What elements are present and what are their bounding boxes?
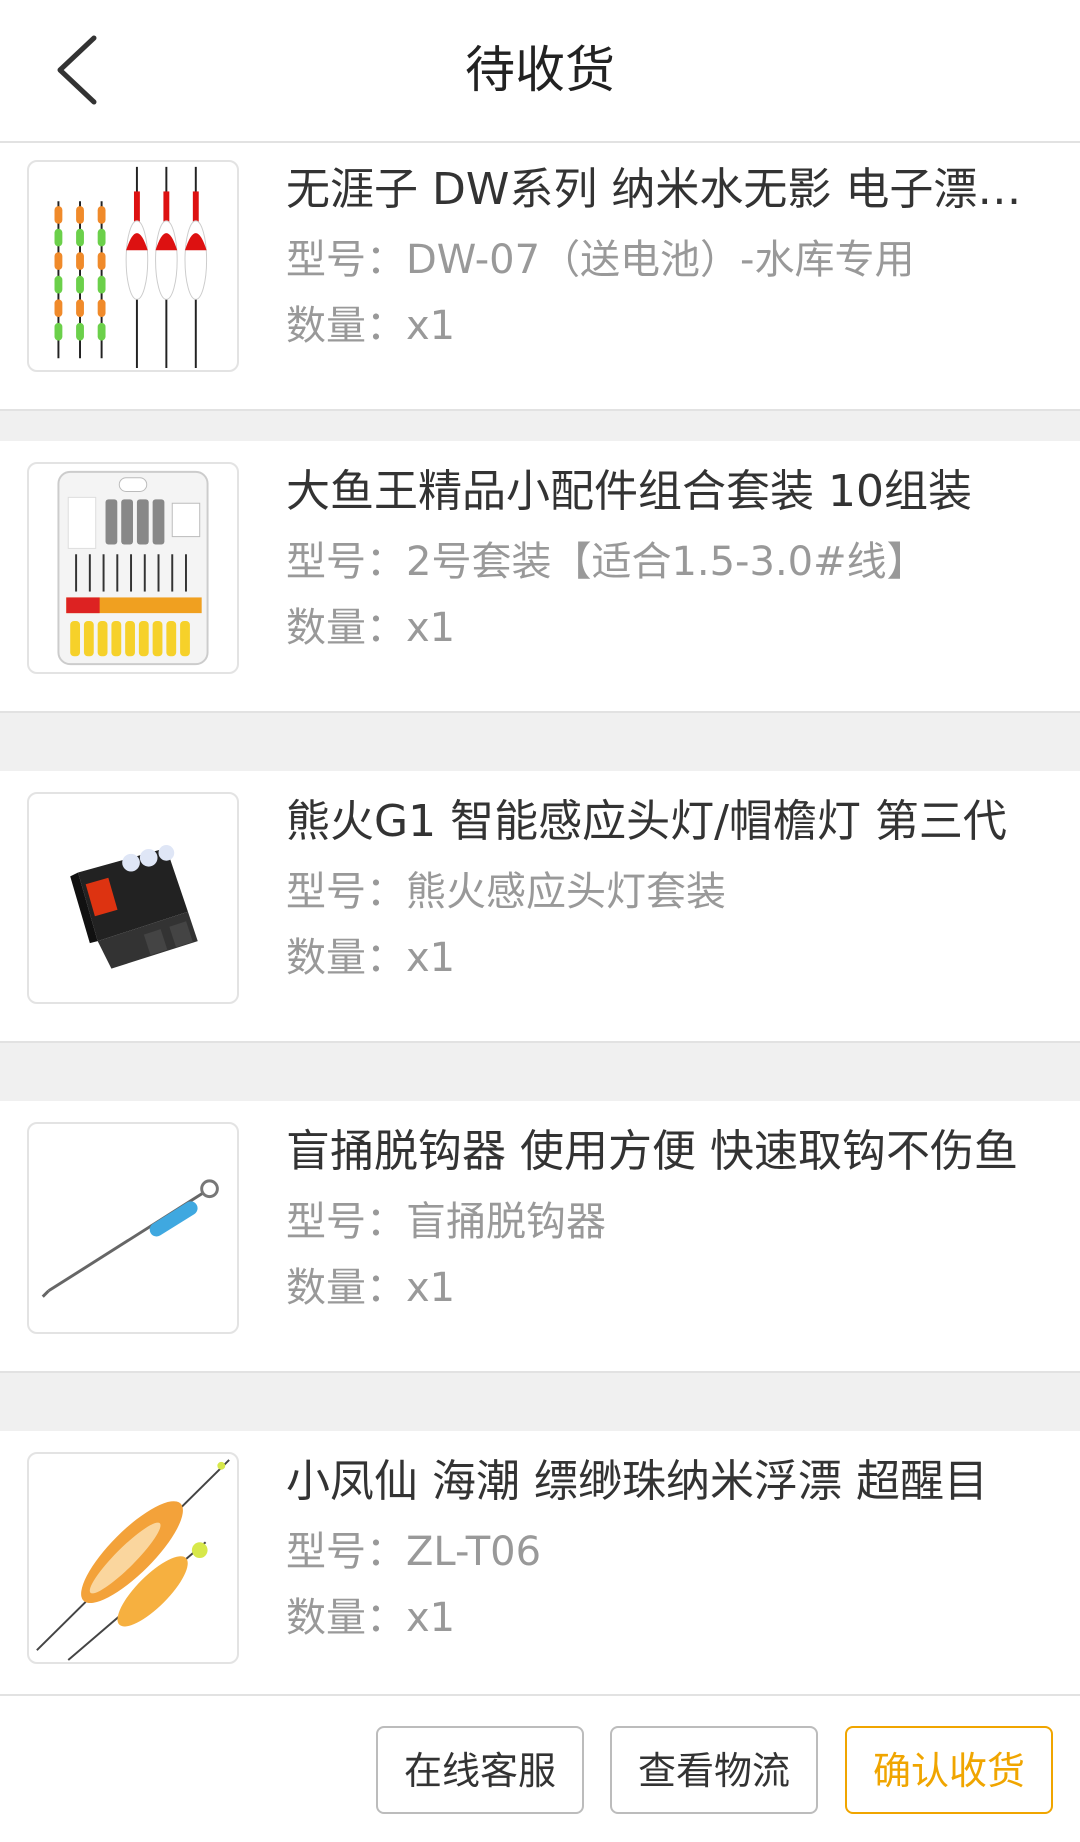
headlamp-icon: [70, 845, 198, 969]
order-item-list[interactable]: 无涯子 DW系列 纳米水无影 电子漂夜光漂 型号：DW-07（送电池）-水库专用…: [0, 143, 1080, 1694]
product-title[interactable]: 熊火G1 智能感应头灯/帽檐灯 第三代: [286, 793, 1056, 851]
product-spec: 型号：熊火感应头灯套装: [286, 865, 726, 919]
spec-label: 型号：: [286, 869, 406, 915]
quantity-value: x1: [406, 935, 456, 981]
spec-value: 盲捅脱钩器: [406, 1199, 606, 1245]
product-title[interactable]: 小凤仙 海潮 缥缈珠纳米浮漂 超醒目: [286, 1453, 1056, 1511]
quantity-value: x1: [406, 303, 456, 349]
nano-float-icon: [36, 1459, 230, 1661]
product-quantity: 数量：x1: [286, 299, 455, 353]
quantity-value: x1: [406, 605, 456, 651]
spec-value: DW-07（送电池）-水库专用: [406, 237, 915, 283]
quantity-value: x1: [406, 1595, 456, 1641]
view-logistics-button[interactable]: 查看物流: [610, 1726, 818, 1814]
product-spec: 型号：2号套装【适合1.5-3.0#线】: [286, 535, 927, 589]
action-bar: 在线客服 查看物流 确认收货: [0, 1694, 1080, 1842]
quantity-label: 数量：: [286, 935, 406, 981]
order-item[interactable]: 小凤仙 海潮 缥缈珠纳米浮漂 超醒目 型号：ZL-T06 数量：x1: [0, 1431, 1080, 1694]
spec-value: 2号套装【适合1.5-3.0#线】: [406, 539, 927, 585]
quantity-label: 数量：: [286, 1265, 406, 1311]
quantity-label: 数量：: [286, 1595, 406, 1641]
product-spec: 型号：盲捅脱钩器: [286, 1195, 606, 1249]
quantity-value: x1: [406, 1265, 456, 1311]
order-item[interactable]: 大鱼王精品小配件组合套装 10组装 型号：2号套装【适合1.5-3.0#线】 数…: [0, 441, 1080, 713]
page-title: 待收货: [465, 41, 615, 99]
accessory-kit-icon: [57, 470, 209, 666]
customer-service-button[interactable]: 在线客服: [376, 1726, 584, 1814]
product-image: [27, 1122, 239, 1334]
spec-value: 熊火感应头灯套装: [406, 869, 726, 915]
order-item[interactable]: 盲捅脱钩器 使用方便 快速取钩不伤鱼 型号：盲捅脱钩器 数量：x1: [0, 1101, 1080, 1373]
order-item[interactable]: 无涯子 DW系列 纳米水无影 电子漂夜光漂 型号：DW-07（送电池）-水库专用…: [0, 143, 1080, 411]
confirm-receipt-button[interactable]: 确认收货: [845, 1726, 1053, 1814]
product-image: [27, 462, 239, 674]
product-title[interactable]: 盲捅脱钩器 使用方便 快速取钩不伤鱼: [286, 1123, 1056, 1181]
product-image: [27, 1452, 239, 1664]
order-item[interactable]: 熊火G1 智能感应头灯/帽檐灯 第三代 型号：熊火感应头灯套装 数量：x1: [0, 771, 1080, 1043]
product-title[interactable]: 无涯子 DW系列 纳米水无影 电子漂夜光漂: [286, 161, 1056, 219]
spec-label: 型号：: [286, 237, 406, 283]
product-quantity: 数量：x1: [286, 1591, 455, 1645]
product-title[interactable]: 大鱼王精品小配件组合套装 10组装: [286, 463, 1056, 521]
back-button[interactable]: [40, 30, 120, 110]
product-quantity: 数量：x1: [286, 601, 455, 655]
product-spec: 型号：ZL-T06: [286, 1525, 541, 1579]
spec-label: 型号：: [286, 1199, 406, 1245]
hook-remover-icon: [41, 1179, 219, 1298]
product-quantity: 数量：x1: [286, 1261, 455, 1315]
spec-label: 型号：: [286, 539, 406, 585]
spec-label: 型号：: [286, 1529, 406, 1575]
chevron-left-icon: [57, 35, 97, 105]
product-image: [27, 792, 239, 1004]
product-quantity: 数量：x1: [286, 931, 455, 985]
product-image: [27, 160, 239, 372]
quantity-label: 数量：: [286, 303, 406, 349]
quantity-label: 数量：: [286, 605, 406, 651]
header-bar: 待收货: [0, 0, 1080, 143]
spec-value: ZL-T06: [406, 1529, 542, 1575]
product-spec: 型号：DW-07（送电池）-水库专用: [286, 233, 915, 287]
fishing-float-set-icon: [54, 166, 208, 369]
